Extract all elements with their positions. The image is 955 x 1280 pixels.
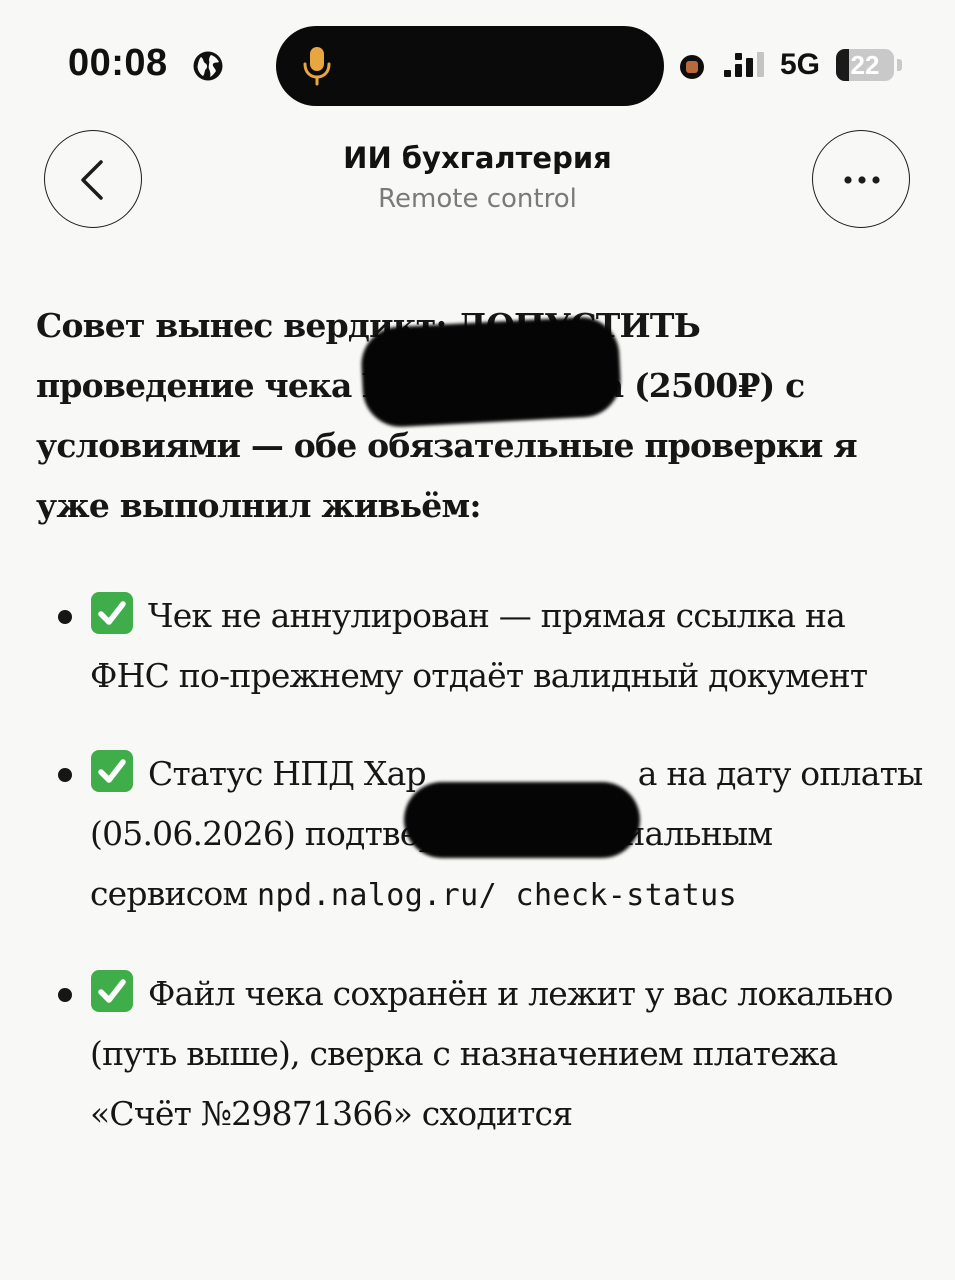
redaction-mark xyxy=(359,315,623,429)
checks-list: Чек не аннулирован — прямая ссылка на ФН… xyxy=(36,586,926,1144)
check-text-2a: Статус НПД Хар xyxy=(148,754,427,793)
chevron-left-icon xyxy=(81,160,103,200)
check-text-3: Файл чека сохранён и лежит у вас локальн… xyxy=(90,974,894,1133)
intro-line-2-tail: а (2500₽) с xyxy=(602,366,806,405)
assistant-message: Совет вынес вердикт: ДОПУСТИТЬ проведени… xyxy=(36,296,926,1144)
battery-percent: 22 xyxy=(850,50,880,80)
green-checkmark-icon xyxy=(90,591,134,635)
list-item: Чек не аннулирован — прямая ссылка на ФН… xyxy=(36,586,926,706)
check-text-1: Чек не аннулирован — прямая ссылка на ФН… xyxy=(90,596,868,695)
battery-tip xyxy=(897,59,902,71)
dynamic-island xyxy=(276,26,664,106)
back-button[interactable] xyxy=(44,130,142,228)
status-time: 00:08 xyxy=(68,42,168,84)
green-checkmark-icon xyxy=(90,969,134,1013)
ellipsis-icon xyxy=(844,176,880,184)
page-subtitle: Remote control xyxy=(378,184,577,214)
network-type: 5G xyxy=(780,48,821,81)
npd-service-link[interactable]: npd.nalog.ru/ check-status xyxy=(257,878,737,913)
battery-icon: 22 xyxy=(836,49,894,81)
status-bar: 00:08 5G 22 xyxy=(0,0,955,130)
intro-line-3: условиями — обе обязательные проверки я … xyxy=(36,426,858,525)
check-text-2b: а на дату xyxy=(637,754,792,793)
page-title: ИИ бухгалтерия xyxy=(343,141,612,175)
more-button[interactable] xyxy=(812,130,910,228)
intro-line-2: проведение чека Ха xyxy=(36,366,409,405)
microphone-icon xyxy=(303,47,331,86)
recording-indicator xyxy=(680,55,704,79)
globe-icon xyxy=(193,51,223,81)
green-checkmark-icon xyxy=(90,749,134,793)
list-item: Файл чека сохранён и лежит у вас локальн… xyxy=(36,964,926,1144)
redaction-mark xyxy=(404,782,640,858)
signal-icon xyxy=(724,52,764,77)
